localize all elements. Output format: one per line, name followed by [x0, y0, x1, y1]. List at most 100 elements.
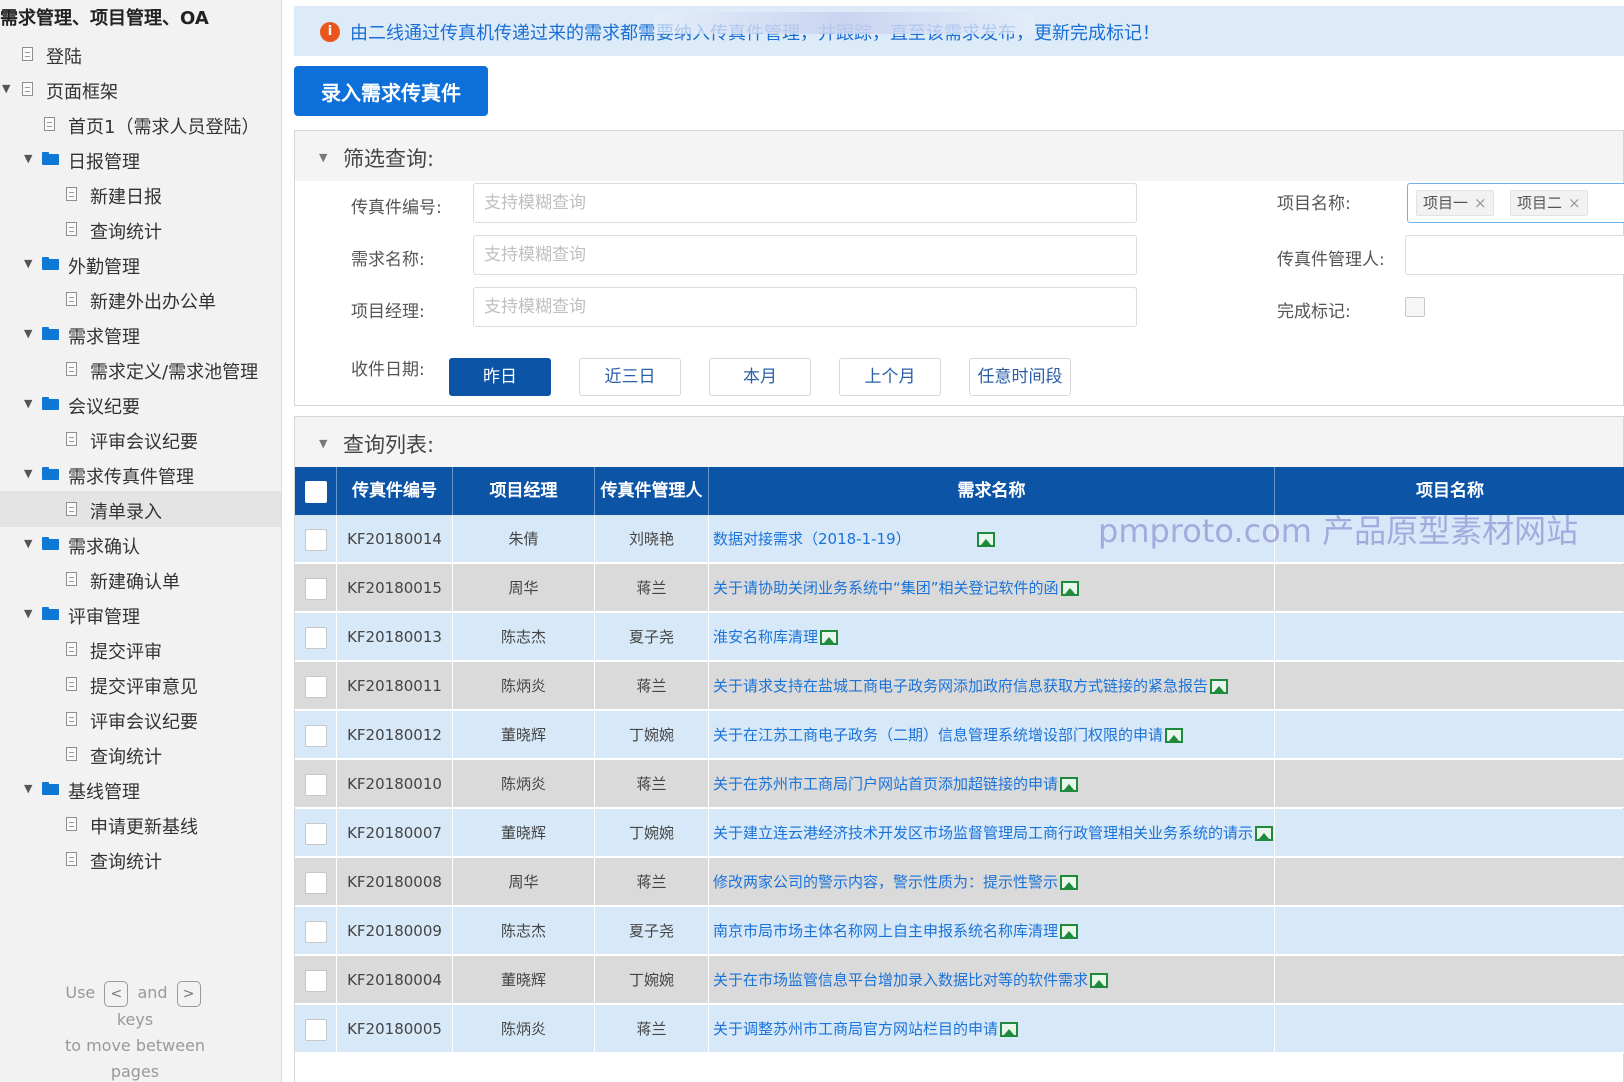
expand-caret-icon[interactable]: ▼	[24, 608, 36, 620]
expand-caret-icon[interactable]: ▼	[24, 783, 36, 795]
image-attachment-icon[interactable]	[976, 532, 995, 547]
table-row[interactable]: KF20180013 陈志杰 夏子尧 淮安名称库清理	[295, 613, 1624, 661]
sidebar-item[interactable]: 新建确认单	[0, 561, 281, 597]
sidebar-item[interactable]: 评审会议纪要	[0, 701, 281, 737]
sidebar-item[interactable]: ▼ 基线管理	[0, 771, 281, 807]
req-name-input[interactable]	[473, 235, 1137, 275]
table-row[interactable]: KF20180007 董晓辉 丁婉婉 关于建立连云港经济技术开发区市场监督管理局工商行…	[295, 809, 1624, 857]
sidebar-item[interactable]: 提交评审	[0, 631, 281, 667]
req-name-link[interactable]: 修改两家公司的警示内容，警示性质为：提示性警示	[713, 873, 1058, 891]
select-all-checkbox[interactable]	[305, 481, 327, 503]
sidebar-item[interactable]: ▼ 需求确认	[0, 526, 281, 562]
date-last-month-button[interactable]: 上个月	[839, 358, 941, 396]
pm-input[interactable]	[473, 287, 1137, 327]
cell-fax-no: KF20180007	[337, 809, 453, 857]
expand-caret-icon[interactable]: ▼	[24, 153, 36, 165]
date-3days-button[interactable]: 近三日	[579, 358, 681, 396]
req-name-link[interactable]: 关于建立连云港经济技术开发区市场监督管理局工商行政管理相关业务系统的请示	[713, 824, 1253, 842]
expand-caret-icon[interactable]: ▼	[2, 83, 14, 95]
image-attachment-icon[interactable]	[1060, 777, 1079, 792]
sidebar-item[interactable]: ▼ 需求传真件管理	[0, 456, 281, 492]
list-panel-header[interactable]: ▼ 查询列表:	[295, 417, 1623, 467]
image-attachment-icon[interactable]	[1165, 728, 1184, 743]
table-row[interactable]: KF20180005 陈炳炎 蒋兰 关于调整苏州市工商局官方网站栏目的申请	[295, 1005, 1624, 1053]
col-fax-manager[interactable]: 传真件管理人	[595, 467, 709, 515]
sidebar-item[interactable]: 登陆	[0, 36, 281, 72]
fax-no-input[interactable]	[473, 183, 1137, 223]
col-pm[interactable]: 项目经理	[453, 467, 595, 515]
image-attachment-icon[interactable]	[1060, 581, 1079, 596]
col-fax-no[interactable]: 传真件编号	[337, 467, 453, 515]
cell-req-name: 修改两家公司的警示内容，警示性质为：提示性警示	[709, 858, 1275, 906]
sidebar-item[interactable]: ▼ 需求管理	[0, 316, 281, 352]
project-tag-select[interactable]: 项目一 × 项目二 ×	[1407, 183, 1624, 223]
sidebar-item[interactable]: 提交评审意见	[0, 666, 281, 702]
table-row[interactable]: KF20180009 陈志杰 夏子尧 南京市局市场主体名称网上自主申报系统名称库清理	[295, 907, 1624, 955]
sidebar-item[interactable]: ▼ 日报管理	[0, 141, 281, 177]
cell-fax-no: KF20180010	[337, 760, 453, 808]
table-row[interactable]: KF20180010 陈炳炎 蒋兰 关于在苏州市工商局门户网站首页添加超链接的申请	[295, 760, 1624, 808]
sidebar-item-label: 提交评审意见	[90, 677, 198, 698]
date-custom-range-button[interactable]: 任意时间段	[969, 358, 1071, 396]
filter-panel-header[interactable]: ▼ 筛选查询:	[295, 131, 1623, 181]
cell-select	[295, 515, 337, 563]
collapse-caret-icon[interactable]: ▼	[319, 151, 327, 164]
table-row[interactable]: KF20180008 周华 蒋兰 修改两家公司的警示内容，警示性质为：提示性警示	[295, 858, 1624, 906]
expand-caret-icon[interactable]: ▼	[24, 538, 36, 550]
table-row[interactable]: KF20180004 董晓辉 丁婉婉 关于在市场监管信息平台增加录入数据比对等的软件需…	[295, 956, 1624, 1004]
sidebar-item[interactable]: 查询统计	[0, 211, 281, 247]
sidebar-item[interactable]: ▼ 会议纪要	[0, 386, 281, 422]
req-name-link[interactable]: 关于在市场监管信息平台增加录入数据比对等的软件需求	[713, 971, 1088, 989]
sidebar-item[interactable]: 查询统计	[0, 841, 281, 877]
date-yesterday-button[interactable]: 昨日	[449, 358, 551, 396]
receive-date-label: 收件日期:	[351, 360, 425, 380]
expand-caret-icon[interactable]: ▼	[24, 468, 36, 480]
image-attachment-icon[interactable]	[1000, 1022, 1019, 1037]
expand-caret-icon[interactable]: ▼	[24, 258, 36, 270]
expand-caret-icon[interactable]: ▼	[24, 328, 36, 340]
table-row[interactable]: KF20180015 周华 蒋兰 关于请协助关闭业务系统中“集团”相关登记软件的函	[295, 564, 1624, 612]
cell-pm: 陈志杰	[453, 613, 595, 661]
image-attachment-icon[interactable]	[1060, 875, 1079, 890]
sidebar-item-label: 需求确认	[68, 537, 140, 558]
sidebar-item[interactable]: ▼ 评审管理	[0, 596, 281, 632]
add-fax-button[interactable]: 录入需求传真件	[294, 66, 488, 116]
expand-caret-icon[interactable]: ▼	[24, 398, 36, 410]
sidebar-item[interactable]: 申请更新基线	[0, 806, 281, 842]
image-attachment-icon[interactable]	[1090, 973, 1109, 988]
sidebar-item[interactable]: 查询统计	[0, 736, 281, 772]
collapse-caret-icon[interactable]: ▼	[319, 437, 327, 450]
sidebar-item[interactable]: 首页1（需求人员登陆）	[0, 106, 281, 142]
fax-manager-input[interactable]	[1405, 235, 1624, 275]
image-attachment-icon[interactable]	[1060, 924, 1079, 939]
sidebar-item[interactable]: ▼ 外勤管理	[0, 246, 281, 282]
table-row[interactable]: KF20180012 董晓辉 丁婉婉 关于在江苏工商电子政务（二期）信息管理系统增设部…	[295, 711, 1624, 759]
project-tag[interactable]: 项目二 ×	[1510, 190, 1588, 216]
sidebar-item-label: 登陆	[46, 47, 82, 68]
project-tag[interactable]: 项目一 ×	[1416, 190, 1494, 216]
image-attachment-icon[interactable]	[820, 630, 839, 645]
sidebar-item[interactable]: 清单录入	[0, 491, 281, 527]
pm-label: 项目经理:	[351, 302, 425, 322]
sidebar-item[interactable]: 评审会议纪要	[0, 421, 281, 457]
image-attachment-icon[interactable]	[1210, 679, 1229, 694]
sidebar-item[interactable]: 新建外出办公单	[0, 281, 281, 317]
done-flag-checkbox[interactable]	[1405, 297, 1425, 317]
req-name-link[interactable]: 关于请协助关闭业务系统中“集团”相关登记软件的函	[713, 579, 1059, 597]
image-attachment-icon[interactable]	[1255, 826, 1274, 841]
sidebar-item[interactable]: 需求定义/需求池管理	[0, 351, 281, 387]
cell-fax-manager: 蒋兰	[595, 858, 709, 906]
req-name-link[interactable]: 数据对接需求（2018-1-19）	[713, 530, 911, 548]
req-name-link[interactable]: 关于在苏州市工商局门户网站首页添加超链接的申请	[713, 775, 1058, 793]
sidebar-item[interactable]: 新建日报	[0, 176, 281, 212]
req-name-link[interactable]: 关于请求支持在盐城工商电子政务网添加政府信息获取方式链接的紧急报告	[713, 677, 1208, 695]
table-row[interactable]: KF20180011 陈炳炎 蒋兰 关于请求支持在盐城工商电子政务网添加政府信息获取方…	[295, 662, 1624, 710]
req-name-link[interactable]: 淮安名称库清理	[713, 628, 818, 646]
req-name-link[interactable]: 南京市局市场主体名称网上自主申报系统名称库清理	[713, 922, 1058, 940]
date-this-month-button[interactable]: 本月	[709, 358, 811, 396]
cell-fax-no: KF20180004	[337, 956, 453, 1004]
req-name-link[interactable]: 关于调整苏州市工商局官方网站栏目的申请	[713, 1020, 998, 1038]
req-name-link[interactable]: 关于在江苏工商电子政务（二期）信息管理系统增设部门权限的申请	[713, 726, 1163, 744]
sidebar-item[interactable]: ▼ 页面框架	[0, 71, 281, 107]
cell-pm: 周华	[453, 858, 595, 906]
